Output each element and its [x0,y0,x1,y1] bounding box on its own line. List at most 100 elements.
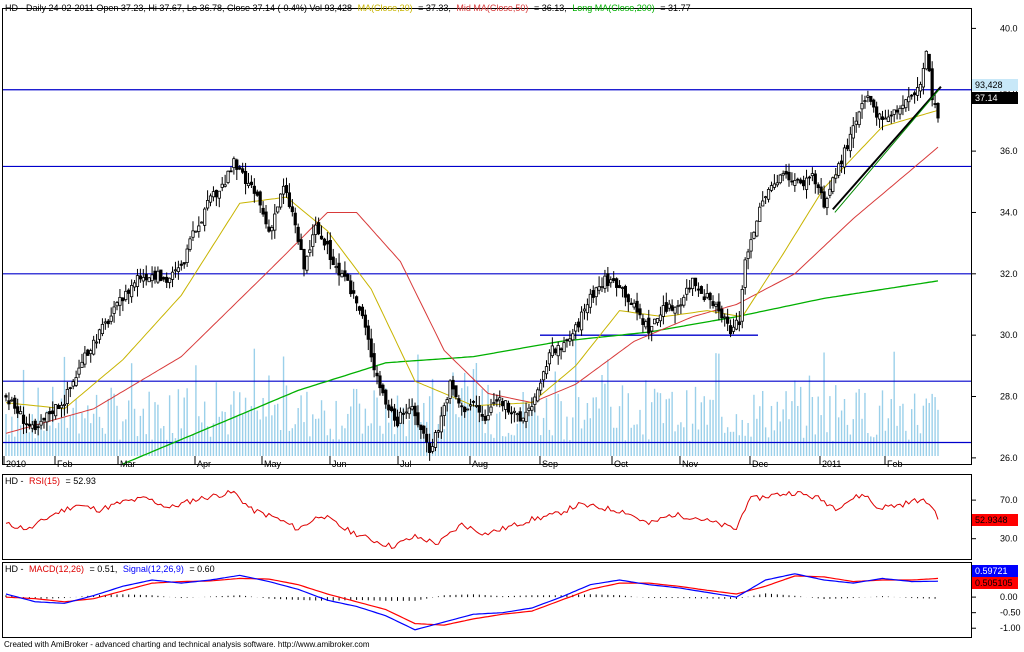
candle-body [495,399,499,402]
macd-label: MACD(12,26) [29,564,84,574]
candle-body [430,446,435,452]
candle-body [311,234,315,247]
x-tick-label: Apr [197,459,211,469]
candle-body [422,425,426,434]
rsi-tick-label: 70.0 [1000,495,1018,505]
candle-body [322,238,327,246]
candle-body [13,397,17,409]
candle-body [392,408,397,421]
candle-body [284,185,289,193]
candle-body [223,184,227,187]
candle-body [603,275,607,289]
candle-body [924,50,928,70]
candle-body [498,397,502,401]
candle-body [354,296,359,304]
candle-body [758,206,762,222]
candle-body [30,424,34,429]
candle-body [880,116,885,120]
candle-body [349,280,353,295]
signal-value-tag: 0.505105 [975,578,1013,588]
candle-body [401,413,405,415]
candle-body [124,290,128,300]
candle-body [752,231,756,239]
candle-body [182,262,186,265]
candle-body [10,399,14,402]
candle-body [737,321,741,326]
candle-body [731,326,736,332]
candle-body [255,191,259,196]
candle-body [220,183,224,188]
candle-body [121,297,125,302]
candle-body [4,395,8,398]
candle-body [568,338,572,342]
candle-body [685,287,689,295]
candle-body [214,189,218,198]
candle-body [352,290,356,294]
candle-body [518,411,522,422]
candle-body [42,417,46,421]
candle-body [834,174,838,179]
candle-body [787,171,791,181]
candle-body [676,305,680,308]
price-panel-frame [2,8,972,465]
x-tick-label: Jun [332,459,347,469]
candle-body [819,186,823,194]
candle-body [617,285,622,289]
candle-body [615,278,619,288]
candle-body [907,96,911,103]
candle-body [74,377,78,386]
candle-body [366,325,370,340]
macd-tick-label: 0.00 [1000,592,1018,602]
candle-body [48,411,52,415]
candle-body [246,182,251,187]
candle-body [766,189,771,200]
candle-body [317,222,321,235]
candle-body [466,408,470,411]
candle-body [159,269,163,281]
candle-body [24,423,29,426]
candle-body [594,287,598,298]
candle-body [410,406,414,410]
ma50-line [5,146,939,434]
candle-body [904,99,908,109]
candle-body [62,403,67,406]
candle-body [468,404,473,407]
candle-body [775,182,779,186]
candle-body [413,405,417,417]
candle-body [527,407,531,411]
rsi-line [5,489,939,549]
candle-body [638,308,642,316]
candle-body [474,405,478,407]
candle-body [825,198,829,209]
candle-body [632,302,636,308]
candle-body [433,432,438,448]
macd-header: HD - MACD(12,26) = 0.51, Signal(12,26,9)… [5,564,215,574]
candle-body [612,278,616,282]
candle-body [97,329,102,340]
candle-body [711,301,715,306]
y-tick-label: 36.0 [1000,146,1018,156]
candle-body [673,306,677,314]
candle-body [331,256,335,266]
candle-body [89,350,93,355]
candle-body [804,177,809,190]
candle-body [743,259,747,288]
candle-body [150,274,154,282]
candle-body [448,380,452,399]
candle-body [875,106,879,118]
candle-body [451,379,455,390]
candle-body [635,300,639,313]
candle-body [463,406,467,413]
candle-body [343,270,347,277]
candle-body [661,305,665,317]
candle-body [425,433,429,443]
x-tick-label: Mar [120,459,136,469]
candle-body [127,289,131,294]
horizontal-lines [3,89,971,444]
rsi-tick-label: 30.0 [1000,534,1018,544]
close-value-tag: 37.14 [975,93,998,103]
candle-body [541,371,546,381]
candle-body [682,296,686,306]
candle-body [702,296,706,301]
candle-body [597,286,601,291]
